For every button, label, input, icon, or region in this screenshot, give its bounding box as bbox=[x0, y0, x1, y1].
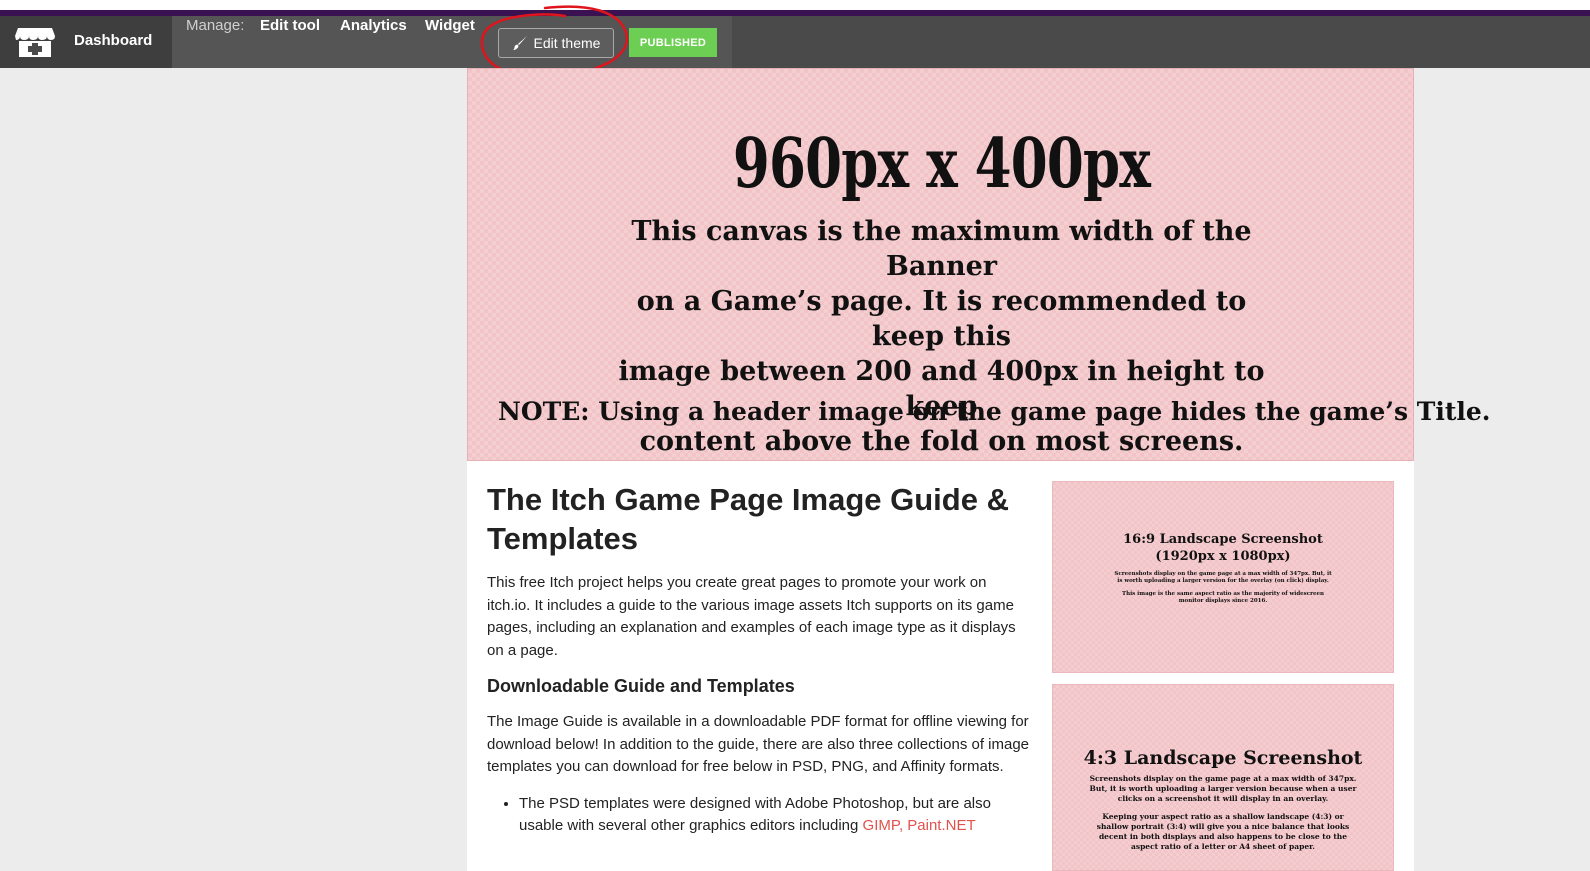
template-list: The PSD templates were designed with Ado… bbox=[487, 793, 1032, 838]
game-description: The Itch Game Page Image Guide & Templat… bbox=[487, 480, 1032, 838]
screenshot-thumbnail[interactable]: 4:3 Landscape Screenshot Screenshots dis… bbox=[1052, 684, 1394, 871]
screenshot-note: This image is the same aspect ratio as t… bbox=[1121, 591, 1325, 597]
edit-theme-button[interactable]: Edit theme bbox=[498, 28, 614, 58]
screenshot-note: decent in both displays and also happens… bbox=[1098, 832, 1348, 841]
itch-logo-icon[interactable] bbox=[14, 24, 56, 60]
paintbrush-icon bbox=[512, 36, 527, 50]
screenshot-subtitle: (1920px x 1080px) bbox=[1155, 549, 1291, 564]
screenshot-note: shallow portrait (3:4) will give you a n… bbox=[1096, 822, 1350, 831]
banner-line: content above the fold on most screens. bbox=[639, 426, 1244, 457]
screenshot-note: Screenshots display on the game page at … bbox=[1114, 571, 1332, 577]
screenshot-note: Keeping your aspect ratio as a shallow l… bbox=[1102, 812, 1344, 821]
list-item: The PSD templates were designed with Ado… bbox=[519, 793, 1032, 838]
top-strip bbox=[0, 0, 1590, 16]
banner-line: on a Game’s page. It is recommended to k… bbox=[636, 286, 1247, 352]
screenshot-note: is worth uploading a larger version for … bbox=[1117, 578, 1329, 584]
screenshot-note: monitor displays since 2016. bbox=[1178, 598, 1268, 604]
page-title: The Itch Game Page Image Guide & Templat… bbox=[487, 482, 1009, 556]
screenshot-note: aspect ratio of a letter or A4 sheet of … bbox=[1130, 842, 1315, 851]
screenshot-caption: 4:3 Landscape Screenshot Screenshots dis… bbox=[1053, 747, 1393, 852]
nav-edit-tool-link[interactable]: Edit tool bbox=[260, 17, 320, 34]
nav-widget-link[interactable]: Widget bbox=[425, 17, 475, 34]
guide-paragraph: The Image Guide is available in a downlo… bbox=[487, 713, 1030, 775]
screenshot-title: 4:3 Landscape Screenshot bbox=[1083, 747, 1363, 769]
screenshot-note: But, it is worth uploading a larger vers… bbox=[1089, 784, 1357, 793]
section-heading: Downloadable Guide and Templates bbox=[487, 676, 795, 696]
banner-note: NOTE: Using a header image on the game p… bbox=[498, 397, 1491, 426]
header-banner-image: 960px x 400px This canvas is the maximum… bbox=[467, 68, 1491, 461]
gimp-link[interactable]: GIMP bbox=[863, 817, 899, 834]
edit-theme-label: Edit theme bbox=[533, 35, 601, 51]
nav-dashboard-link[interactable]: Dashboard bbox=[74, 32, 152, 49]
paint-net-link[interactable]: Paint.NET bbox=[907, 817, 975, 834]
screenshot-note: clicks on a screenshot it will display i… bbox=[1117, 794, 1329, 803]
manage-label: Manage: bbox=[186, 17, 245, 34]
screenshot-caption: 16:9 Landscape Screenshot (1920px x 1080… bbox=[1053, 531, 1393, 605]
published-status-badge[interactable]: PUBLISHED bbox=[629, 28, 717, 57]
screenshot-note: Screenshots display on the game page at … bbox=[1089, 774, 1357, 783]
banner-title: 960px x 400px bbox=[732, 124, 1151, 204]
banner-line: This canvas is the maximum width of the … bbox=[631, 216, 1252, 282]
intro-paragraph: This free Itch project helps you create … bbox=[487, 574, 1016, 659]
screenshot-thumbnail[interactable]: 16:9 Landscape Screenshot (1920px x 1080… bbox=[1052, 481, 1394, 673]
screenshot-title: 16:9 Landscape Screenshot bbox=[1123, 532, 1323, 547]
nav-analytics-link[interactable]: Analytics bbox=[340, 17, 407, 34]
